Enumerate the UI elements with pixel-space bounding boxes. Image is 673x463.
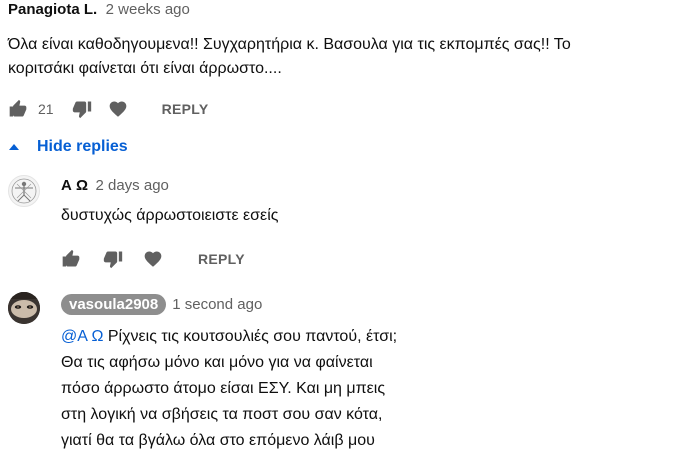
reply-timestamp[interactable]: 1 second ago	[172, 296, 262, 313]
comment-text-line: κοριτσάκι φαίνεται ότι είναι άρρωστο....	[8, 60, 282, 77]
reply-text-line: @Α Ω Ρίχνεις τις κουτσουλιές σου παντού,…	[61, 324, 661, 350]
reply-text: δυστυχώς άρρωστοιειστε εσείς	[61, 207, 279, 224]
comment-actions: 21 REPLY	[8, 98, 208, 120]
reply-text-segment: Ρίχνεις τις κουτσουλιές σου παντού, έτσι…	[103, 328, 398, 345]
heart-icon[interactable]	[108, 99, 128, 119]
reply-author[interactable]: Α Ω	[61, 177, 88, 194]
reply-text-line: στη λογική να σβήσεις τα ποστ σου σαν κό…	[61, 406, 383, 423]
reply-button[interactable]: REPLY	[198, 251, 245, 267]
reply-timestamp[interactable]: 2 days ago	[95, 177, 168, 194]
reply-author-chip[interactable]: vasoula2908	[61, 294, 167, 315]
avatar[interactable]	[8, 292, 40, 324]
reply-header: Α Ω 2 days ago	[61, 177, 169, 195]
reply-text: @Α Ω Ρίχνεις τις κουτσουλιές σου παντού,…	[61, 324, 661, 454]
thumbs-down-icon[interactable]	[72, 99, 92, 119]
avatar[interactable]	[8, 175, 40, 207]
thumbs-up-icon[interactable]	[61, 249, 81, 269]
comment-text: Όλα είναι καθοδηγουμενα!! Συγχαρητήρια κ…	[8, 33, 668, 81]
comment-timestamp[interactable]: 2 weeks ago	[106, 1, 190, 18]
comment-author[interactable]: Panagiota L.	[8, 1, 97, 18]
like-count: 21	[38, 101, 54, 117]
reply-button[interactable]: REPLY	[162, 101, 209, 117]
reply-text-line: Θα τις αφήσω μόνο και μόνο για να φαίνετ…	[61, 354, 373, 371]
reply-header: vasoula2908 1 second ago	[61, 294, 262, 315]
comment-header: Panagiota L. 2 weeks ago	[8, 1, 190, 19]
caret-up-icon	[8, 142, 20, 152]
reply-text-line: γιατί θα τα βγάλω όλα στο επόμενο λάιβ μ…	[61, 432, 375, 449]
hide-replies-label: Hide replies	[37, 138, 128, 155]
heart-icon[interactable]	[143, 249, 163, 269]
thumbs-down-icon[interactable]	[103, 249, 123, 269]
mention-link[interactable]: @Α Ω	[61, 328, 103, 345]
reply-actions: REPLY	[61, 248, 245, 270]
thumbs-up-icon[interactable]	[8, 99, 28, 119]
hide-replies-toggle[interactable]: Hide replies	[8, 138, 128, 156]
reply-text-line: πόσο άρρωστο άτομο είσαι ΕΣΥ. Και μη μπε…	[61, 380, 386, 397]
comment-text-line: Όλα είναι καθοδηγουμενα!! Συγχαρητήρια κ…	[8, 36, 571, 53]
